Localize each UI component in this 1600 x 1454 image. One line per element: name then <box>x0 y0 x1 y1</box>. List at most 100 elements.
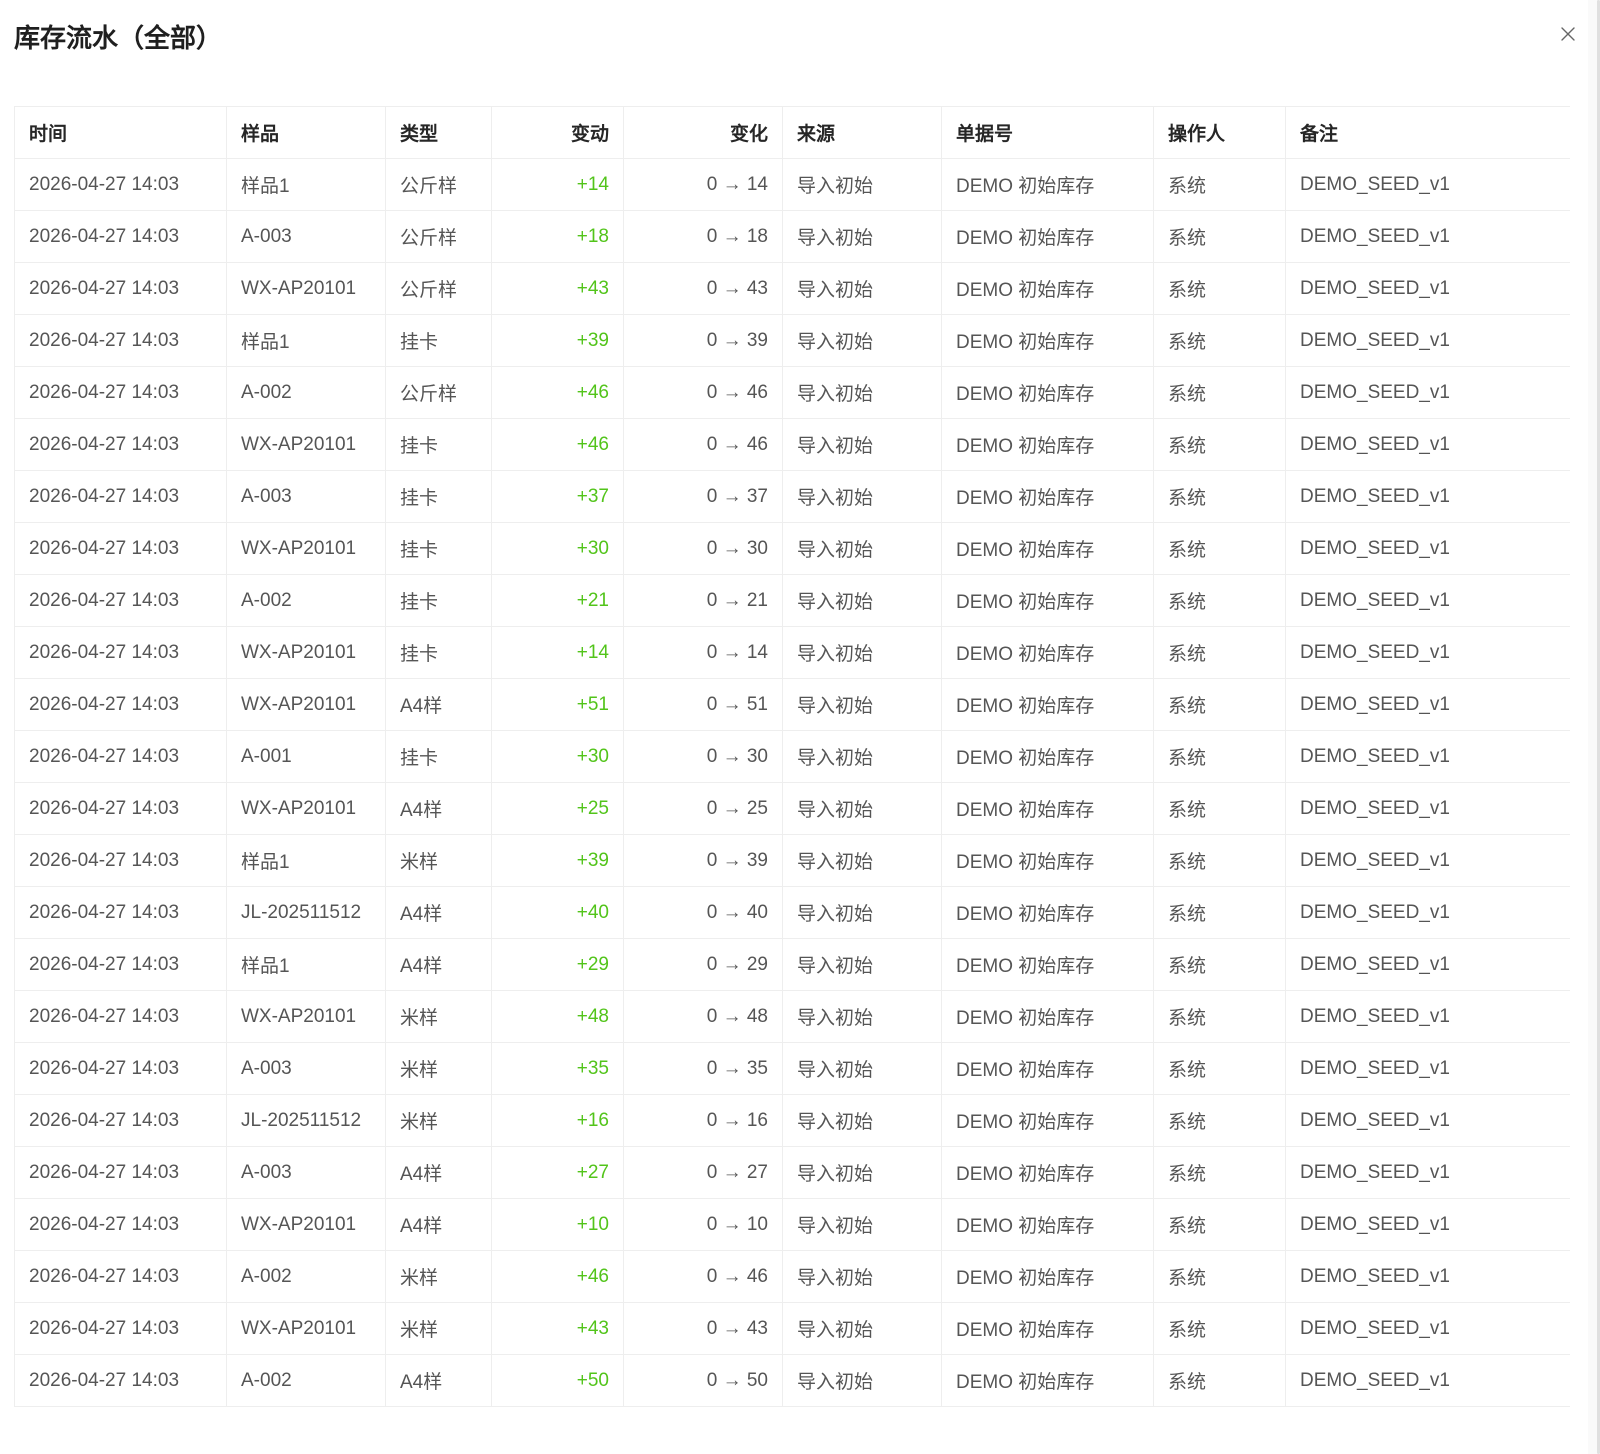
cell-operator: 系统 <box>1153 938 1286 991</box>
cell-delta: +51 <box>491 678 624 731</box>
cell-delta: +50 <box>491 1354 624 1407</box>
cell-time: 2026-04-27 14:03 <box>14 834 227 887</box>
cell-docno: DEMO 初始库存 <box>941 678 1154 731</box>
cell-change: 0 → 29 <box>623 938 783 991</box>
cell-docno: DEMO 初始库存 <box>941 1198 1154 1251</box>
cell-source: 导入初始 <box>782 262 942 315</box>
cell-delta: +46 <box>491 418 624 471</box>
table-row[interactable]: 2026-04-27 14:03 WX-AP20101 挂卡 +46 0 → 46 导入初… <box>14 418 1570 471</box>
column-header-operator[interactable]: 操作人 <box>1153 106 1286 159</box>
cell-docno: DEMO 初始库存 <box>941 1146 1154 1199</box>
table-row[interactable]: 2026-04-27 14:03 A-002 A4样 +50 0 → 50 导入初始 DEM… <box>14 1354 1570 1407</box>
cell-delta: +30 <box>491 730 624 783</box>
table-row[interactable]: 2026-04-27 14:03 A-003 A4样 +27 0 → 27 导入初始 DEM… <box>14 1146 1570 1199</box>
table-row[interactable]: 2026-04-27 14:03 WX-AP20101 A4样 +25 0 → 25 导入… <box>14 782 1570 835</box>
cell-sample: A-003 <box>226 210 386 263</box>
cell-note: DEMO_SEED_v1 <box>1285 730 1570 783</box>
table-row[interactable]: 2026-04-27 14:03 WX-AP20101 米样 +43 0 → 43 导入初… <box>14 1302 1570 1355</box>
cell-delta: +39 <box>491 834 624 887</box>
cell-source: 导入初始 <box>782 158 942 211</box>
cell-docno: DEMO 初始库存 <box>941 210 1154 263</box>
table-row[interactable]: 2026-04-27 14:03 WX-AP20101 米样 +48 0 → 48 导入初… <box>14 990 1570 1043</box>
cell-sample: A-001 <box>226 730 386 783</box>
table-row[interactable]: 2026-04-27 14:03 A-003 公斤样 +18 0 → 18 导入初始 DEM… <box>14 210 1570 263</box>
cell-sample: A-003 <box>226 1042 386 1095</box>
table-row[interactable]: 2026-04-27 14:03 WX-AP20101 A4样 +10 0 → 10 导入… <box>14 1198 1570 1251</box>
cell-time: 2026-04-27 14:03 <box>14 210 227 263</box>
table-row[interactable]: 2026-04-27 14:03 JL-202511512 A4样 +40 0 → 40… <box>14 886 1570 939</box>
close-button[interactable] <box>1556 22 1580 46</box>
column-header-delta[interactable]: 变动 <box>491 106 624 159</box>
cell-delta: +27 <box>491 1146 624 1199</box>
table-row[interactable]: 2026-04-27 14:03 WX-AP20101 公斤样 +43 0 → 43 导入… <box>14 262 1570 315</box>
inventory-flow-table-container[interactable]: 时间 样品 类型 变动 变化 来源 单据号 操作人 备注 2026-04-27 … <box>14 106 1570 1454</box>
table-row[interactable]: 2026-04-27 14:03 JL-202511512 米样 +16 0 → 16 导… <box>14 1094 1570 1147</box>
table-row[interactable]: 2026-04-27 14:03 样品1 A4样 +29 0 → 29 导入初始 DEMO … <box>14 938 1570 991</box>
table-row[interactable]: 2026-04-27 14:03 A-003 米样 +35 0 → 35 导入初始 DEMO… <box>14 1042 1570 1095</box>
cell-time: 2026-04-27 14:03 <box>14 1354 227 1407</box>
table-row[interactable]: 2026-04-27 14:03 样品1 公斤样 +14 0 → 14 导入初始 DEMO … <box>14 158 1570 211</box>
column-header-time[interactable]: 时间 <box>14 106 227 159</box>
table-row[interactable]: 2026-04-27 14:03 WX-AP20101 挂卡 +14 0 → 14 导入初… <box>14 626 1570 679</box>
cell-docno: DEMO 初始库存 <box>941 470 1154 523</box>
cell-operator: 系统 <box>1153 210 1286 263</box>
cell-type: A4样 <box>385 938 492 991</box>
table-row[interactable]: 2026-04-27 14:03 样品1 米样 +39 0 → 39 导入初始 DEMO 初… <box>14 834 1570 887</box>
table-row[interactable]: 2026-04-27 14:03 A-001 挂卡 +30 0 → 30 导入初始 DEMO… <box>14 730 1570 783</box>
cell-source: 导入初始 <box>782 418 942 471</box>
cell-note: DEMO_SEED_v1 <box>1285 990 1570 1043</box>
cell-type: A4样 <box>385 1354 492 1407</box>
column-header-sample[interactable]: 样品 <box>226 106 386 159</box>
cell-source: 导入初始 <box>782 1354 942 1407</box>
cell-change: 0 → 39 <box>623 834 783 887</box>
cell-type: 米样 <box>385 1250 492 1303</box>
cell-note: DEMO_SEED_v1 <box>1285 1198 1570 1251</box>
cell-time: 2026-04-27 14:03 <box>14 262 227 315</box>
column-header-docno[interactable]: 单据号 <box>941 106 1154 159</box>
cell-docno: DEMO 初始库存 <box>941 1042 1154 1095</box>
cell-change: 0 → 30 <box>623 730 783 783</box>
cell-sample: WX-AP20101 <box>226 522 386 575</box>
table-row[interactable]: 2026-04-27 14:03 WX-AP20101 挂卡 +30 0 → 30 导入初… <box>14 522 1570 575</box>
column-header-note[interactable]: 备注 <box>1285 106 1570 159</box>
cell-source: 导入初始 <box>782 886 942 939</box>
dialog-title: 库存流水（全部） <box>14 23 223 53</box>
inventory-flow-table: 时间 样品 类型 变动 变化 来源 单据号 操作人 备注 2026-04-27 … <box>14 106 1570 1407</box>
cell-type: 挂卡 <box>385 418 492 471</box>
cell-docno: DEMO 初始库存 <box>941 262 1154 315</box>
cell-sample: A-002 <box>226 366 386 419</box>
cell-time: 2026-04-27 14:03 <box>14 1250 227 1303</box>
cell-sample: WX-AP20101 <box>226 990 386 1043</box>
table-row[interactable]: 2026-04-27 14:03 A-002 米样 +46 0 → 46 导入初始 DEMO… <box>14 1250 1570 1303</box>
cell-time: 2026-04-27 14:03 <box>14 1042 227 1095</box>
cell-type: A4样 <box>385 1146 492 1199</box>
cell-change: 0 → 39 <box>623 314 783 367</box>
table-row[interactable]: 2026-04-27 14:03 A-003 挂卡 +37 0 → 37 导入初始 DEMO… <box>14 470 1570 523</box>
cell-time: 2026-04-27 14:03 <box>14 158 227 211</box>
cell-change: 0 → 10 <box>623 1198 783 1251</box>
cell-sample: WX-AP20101 <box>226 1302 386 1355</box>
cell-source: 导入初始 <box>782 834 942 887</box>
cell-note: DEMO_SEED_v1 <box>1285 626 1570 679</box>
cell-type: 挂卡 <box>385 626 492 679</box>
cell-operator: 系统 <box>1153 678 1286 731</box>
column-header-change[interactable]: 变化 <box>623 106 783 159</box>
column-header-type[interactable]: 类型 <box>385 106 492 159</box>
table-row[interactable]: 2026-04-27 14:03 A-002 公斤样 +46 0 → 46 导入初始 DEM… <box>14 366 1570 419</box>
cell-time: 2026-04-27 14:03 <box>14 1198 227 1251</box>
cell-source: 导入初始 <box>782 314 942 367</box>
column-header-source[interactable]: 来源 <box>782 106 942 159</box>
cell-time: 2026-04-27 14:03 <box>14 782 227 835</box>
table-row[interactable]: 2026-04-27 14:03 样品1 挂卡 +39 0 → 39 导入初始 DEMO 初… <box>14 314 1570 367</box>
cell-docno: DEMO 初始库存 <box>941 886 1154 939</box>
cell-note: DEMO_SEED_v1 <box>1285 262 1570 315</box>
cell-sample: A-003 <box>226 1146 386 1199</box>
cell-change: 0 → 40 <box>623 886 783 939</box>
cell-operator: 系统 <box>1153 470 1286 523</box>
table-row[interactable]: 2026-04-27 14:03 WX-AP20101 A4样 +51 0 → 51 导入… <box>14 678 1570 731</box>
cell-time: 2026-04-27 14:03 <box>14 1302 227 1355</box>
table-row[interactable]: 2026-04-27 14:03 A-002 挂卡 +21 0 → 21 导入初始 DEMO… <box>14 574 1570 627</box>
cell-delta: +43 <box>491 262 624 315</box>
cell-operator: 系统 <box>1153 886 1286 939</box>
cell-change: 0 → 43 <box>623 1302 783 1355</box>
